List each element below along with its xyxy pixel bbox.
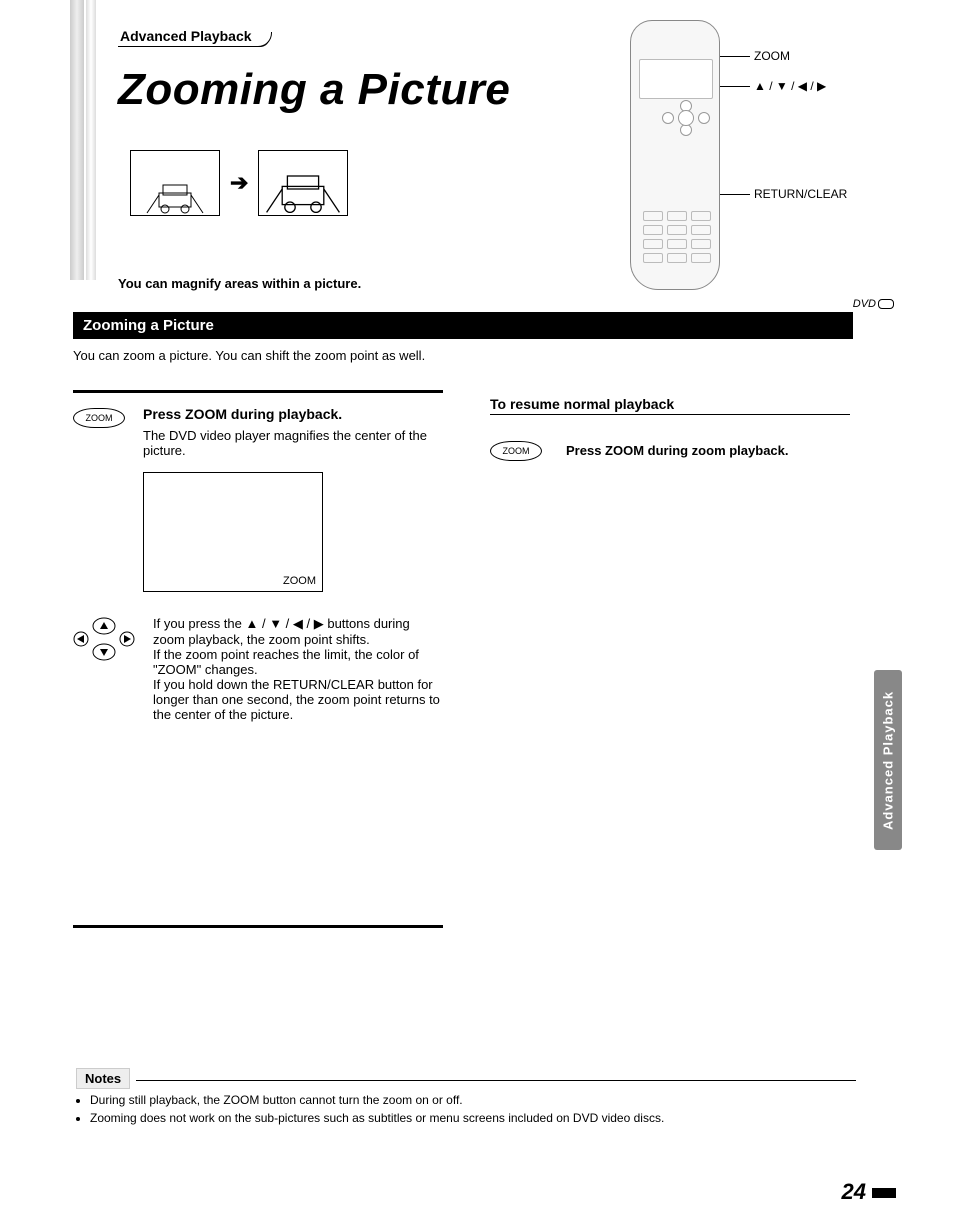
page-number: 24	[842, 1179, 896, 1205]
remote-body	[630, 20, 720, 290]
car-before	[130, 150, 220, 216]
page-title: Zooming a Picture	[118, 65, 618, 115]
chapter-tag: Advanced Playback	[118, 28, 270, 47]
remote-label-arrows: ▲ / ▼ / ◀ / ▶	[754, 79, 826, 93]
side-tab: Advanced Playback	[874, 670, 902, 850]
zoom-button-icon: ZOOM	[490, 441, 542, 461]
note-item: Zooming does not work on the sub-picture…	[90, 1111, 856, 1125]
remote-keypad	[643, 211, 711, 263]
dpad-icon	[73, 616, 135, 662]
dvd-badge: DVD	[853, 298, 894, 310]
divider	[136, 1080, 856, 1081]
note-item: During still playback, the ZOOM button c…	[90, 1093, 856, 1107]
section-heading: Zooming a Picture	[73, 312, 853, 339]
resume-step: ZOOM Press ZOOM during zoom playback.	[490, 439, 850, 461]
zoom-box-label: ZOOM	[283, 575, 316, 587]
step-2-body: If you press the ▲ / ▼ / ◀ / ▶ buttons d…	[153, 616, 443, 722]
page-binding	[86, 0, 96, 280]
remote-label-return: RETURN/CLEAR	[754, 187, 847, 201]
remote-label-zoom: ZOOM	[754, 49, 790, 63]
notes-section: Notes During still playback, the ZOOM bu…	[76, 1068, 856, 1129]
step-2: If you press the ▲ / ▼ / ◀ / ▶ buttons d…	[73, 616, 443, 722]
zoom-preview-box: ZOOM	[143, 472, 323, 592]
subtitle: You can magnify areas within a picture.	[118, 276, 361, 291]
arrow-right-icon: ➔	[230, 170, 248, 196]
notes-heading: Notes	[76, 1068, 130, 1089]
step-1-heading: Press ZOOM during playback.	[143, 406, 443, 422]
car-after	[258, 150, 348, 216]
resume-text: Press ZOOM during zoom playback.	[566, 443, 789, 458]
divider	[73, 390, 443, 393]
page-binding	[70, 0, 84, 280]
intro-text: You can zoom a picture. You can shift th…	[73, 348, 425, 363]
step-1: ZOOM Press ZOOM during playback. The DVD…	[73, 406, 443, 592]
remote-dpad-area	[639, 59, 713, 99]
remote-diagram: ZOOM ▲ / ▼ / ◀ / ▶ RETURN/CLEAR	[620, 20, 870, 310]
step-1-body: The DVD video player magnifies the cente…	[143, 428, 443, 458]
zoom-illustration: ➔	[130, 150, 348, 216]
zoom-button-icon: ZOOM	[73, 408, 125, 428]
divider	[73, 925, 443, 928]
resume-heading: To resume normal playback	[490, 396, 850, 415]
